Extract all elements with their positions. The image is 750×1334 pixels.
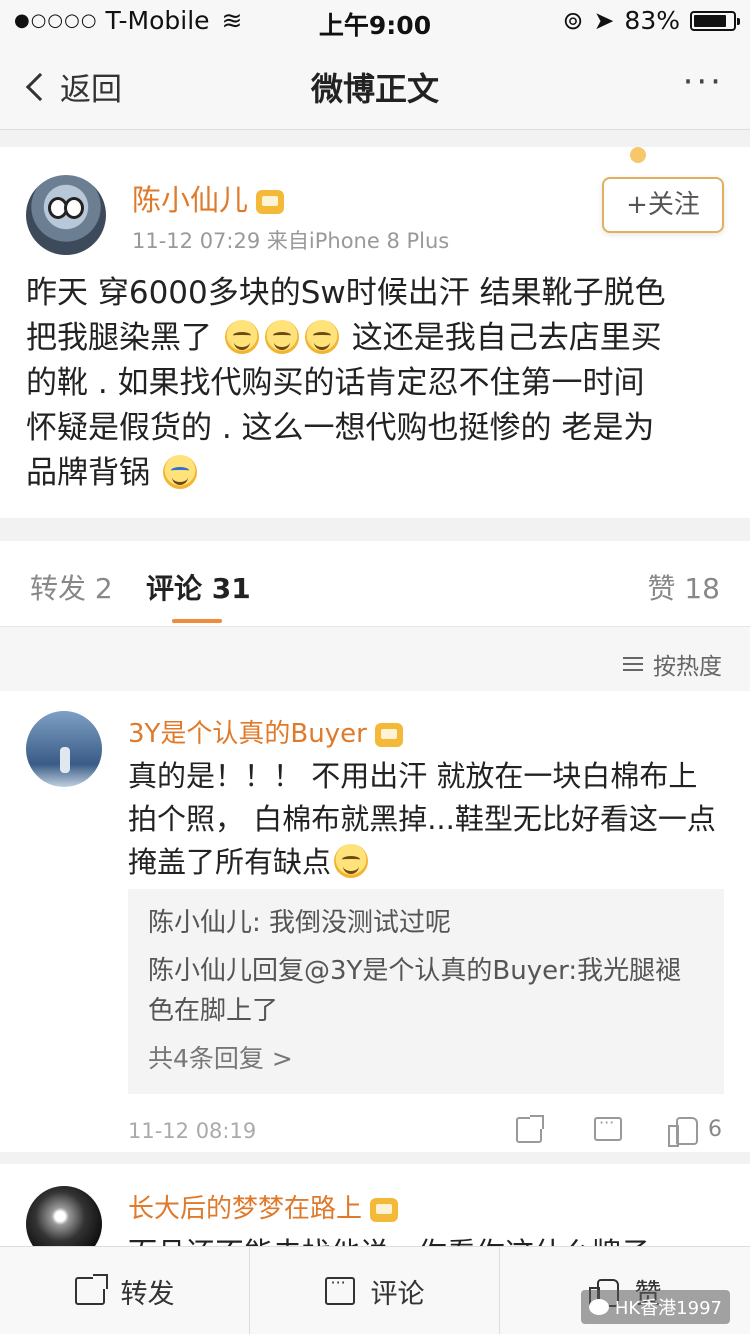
repost-label: 转发 (120, 1278, 175, 1310)
comment-time: 11-12 08:19 (128, 1119, 257, 1143)
sort-label: 按热度 (653, 654, 722, 680)
tab-comment[interactable]: 评论 31 (146, 567, 251, 607)
author-avatar[interactable] (26, 175, 106, 255)
vip-badge-icon (374, 722, 403, 747)
grin-emoji-icon (264, 320, 299, 354)
comment-icon (324, 1273, 355, 1305)
post-text: 品牌背锅 (26, 455, 150, 491)
grin-emoji-icon (304, 320, 339, 354)
sort-bar: 按热度 (0, 627, 750, 691)
wechat-icon (588, 1299, 609, 1315)
post-line: 怀疑是假货的 . 这么一想代购也挺惨的 老是为 (26, 410, 655, 446)
author-name[interactable]: 陈小仙儿 (132, 177, 285, 219)
grin-emoji-icon (224, 320, 259, 354)
like-count: 6 (708, 1117, 722, 1142)
comment-text: 而且还不能去找他说，你看你这什么牌子 (128, 1230, 650, 1246)
commenter-name[interactable]: 长大后的梦梦在路上 (128, 1188, 399, 1225)
comment-footer: 11-12 08:19 6 (128, 1113, 724, 1149)
commenter-name-text[interactable]: 3Y是个认真的Buyer (128, 719, 367, 749)
post-meta: 11-12 07:29 来自iPhone 8 Plus (132, 225, 449, 255)
battery-percent: 83% (624, 6, 680, 35)
post-content: 昨天 穿6000多块的Sw时候出汗 结果靴子脱色 把我腿染黑了 这还是我自己去店… (26, 271, 726, 496)
thumbs-up-icon[interactable] (668, 1115, 698, 1147)
sort-icon (623, 655, 645, 673)
author-name-text[interactable]: 陈小仙儿 (132, 183, 248, 217)
comment-text: 真的是！！！ 不用出汗 就放在一块白棉布上拍个照， 白棉布就黑掉...鞋型无比好… (128, 755, 718, 884)
weibo-post: 陈小仙儿 11-12 07:29 来自iPhone 8 Plus +关注 昨天 … (0, 147, 750, 518)
commenter-name[interactable]: 3Y是个认真的Buyer (128, 713, 403, 750)
post-source: 来自iPhone 8 Plus (266, 229, 450, 253)
commenter-name-text[interactable]: 长大后的梦梦在路上 (128, 1194, 362, 1224)
comment-item: 长大后的梦梦在路上 而且还不能去找他说，你看你这什么牌子 (0, 1176, 750, 1246)
share-icon (74, 1274, 108, 1305)
post-text: 这还是我自己去店里买 (351, 320, 662, 356)
status-bar: ●○○○○ T-Mobile ≋ 上午9:00 ⊚ ➤ 83% (0, 0, 750, 40)
active-tab-indicator (172, 619, 222, 623)
vip-badge-icon (370, 1197, 399, 1222)
tab-repost[interactable]: 转发 2 (30, 567, 113, 607)
post-line: 品牌背锅 (26, 451, 726, 496)
navigation-bar: 返回 微博正文 ··· (0, 40, 750, 130)
orientation-lock-icon: ⊚ (562, 6, 584, 35)
more-options-button[interactable]: ··· (683, 62, 724, 102)
commenter-avatar[interactable] (26, 1186, 102, 1246)
post-line: 把我腿染黑了 这还是我自己去店里买 (26, 316, 726, 361)
comment-list: 3Y是个认真的Buyer 真的是！！！ 不用出汗 就放在一块白棉布上拍个照， 白… (0, 691, 750, 1246)
tab-like[interactable]: 赞 18 (647, 567, 720, 607)
follow-button[interactable]: +关注 (602, 177, 724, 233)
comment-label: 评论 (370, 1278, 425, 1310)
location-icon: ➤ (593, 6, 615, 35)
comment-text-body: 真的是！！！ 不用出汗 就放在一块白棉布上拍个照， 白棉布就黑掉...鞋型无比好… (128, 759, 716, 879)
more-replies-link[interactable]: 共4条回复 > (148, 1039, 704, 1075)
decoration-icon (626, 147, 650, 173)
smile-emoji-icon (334, 844, 369, 878)
laugh-cry-emoji-icon (162, 455, 197, 489)
reply-box[interactable]: 陈小仙儿: 我倒没测试过呢 陈小仙儿回复@3Y是个认真的Buyer:我光腿褪色在… (128, 889, 724, 1094)
watermark: HK香港1997 (580, 1290, 730, 1324)
reply-item[interactable]: 陈小仙儿: 我倒没测试过呢 (148, 903, 704, 943)
post-line: 的靴 . 如果找代购买的话肯定忍不住第一时间 (26, 365, 645, 401)
share-icon[interactable] (516, 1115, 544, 1143)
page-title: 微博正文 (310, 70, 439, 108)
post-time: 11-12 07:29 (132, 229, 261, 253)
post-text: 把我腿染黑了 (26, 320, 212, 356)
comment-icon[interactable] (594, 1113, 622, 1141)
reply-item[interactable]: 陈小仙儿回复@3Y是个认真的Buyer:我光腿褪色在脚上了 (148, 951, 704, 1031)
post-tabs: 转发 2 评论 31 赞 18 (0, 541, 750, 627)
comment-button[interactable]: 评论 (250, 1247, 500, 1334)
battery-icon (690, 10, 740, 31)
commenter-avatar[interactable] (26, 711, 102, 787)
repost-button[interactable]: 转发 (0, 1247, 250, 1334)
sort-by-heat-button[interactable]: 按热度 (623, 647, 722, 681)
vip-badge-icon (256, 190, 285, 214)
watermark-text: HK香港1997 (614, 1298, 722, 1319)
post-line: 昨天 穿6000多块的Sw时候出汗 结果靴子脱色 (26, 275, 666, 311)
comment-item: 3Y是个认真的Buyer 真的是！！！ 不用出汗 就放在一块白棉布上拍个照， 白… (0, 691, 750, 1164)
